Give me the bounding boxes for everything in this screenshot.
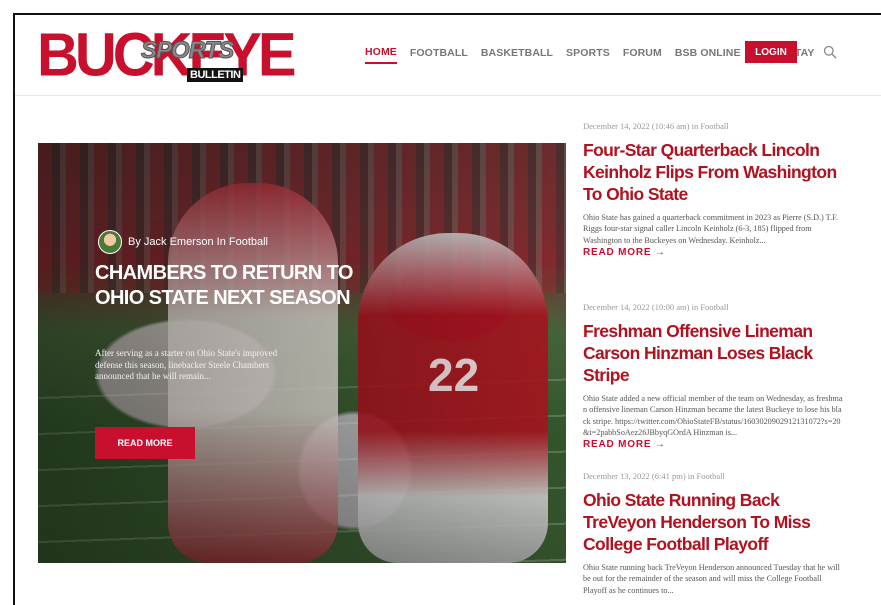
article-item: December 14, 2022 (10:46 am) in Football… — [583, 121, 843, 258]
article-title[interactable]: Ohio State Running Back TreVeyon Henders… — [583, 489, 843, 555]
logo-sports-text: SPORTS — [140, 37, 234, 65]
logo-bulletin-text: BULLETIN — [187, 68, 244, 82]
hero-excerpt: After serving as a starter on Ohio State… — [95, 348, 278, 381]
author-avatar — [98, 230, 122, 254]
article-meta: December 14, 2022 (10:00 am) in Football — [583, 302, 729, 312]
article-title[interactable]: Four-Star Quarterback Lincoln Keinholz F… — [583, 139, 843, 205]
article-title[interactable]: Freshman Offensive Lineman Carson Hinzma… — [583, 320, 843, 386]
hero-title[interactable]: CHAMBERS TO RETURN TO OHIO STATE NEXT SE… — [95, 261, 395, 311]
window-left-border — [0, 13, 15, 605]
window-top-border — [0, 0, 881, 15]
hero-byline-text[interactable]: By Jack Emerson In Football — [128, 236, 268, 248]
article-meta: December 13, 2022 (6:41 pm) in Football — [583, 471, 725, 481]
article-item: December 13, 2022 (6:41 pm) in Football … — [583, 471, 843, 596]
search-icon[interactable] — [823, 45, 837, 59]
nav-sports[interactable]: SPORTS — [566, 47, 610, 63]
article-read-more-link[interactable]: READ MORE → — [583, 247, 843, 258]
nav-basketball[interactable]: BASKETBALL — [481, 47, 553, 63]
login-button[interactable]: LOGIN — [745, 41, 797, 63]
nav-football[interactable]: FOOTBALL — [410, 47, 468, 63]
article-excerpt: Ohio State running back TreVeyon Henders… — [583, 563, 840, 595]
article-meta: December 14, 2022 (10:46 am) in Football — [583, 121, 729, 131]
article-read-more-link[interactable]: READ MORE → — [583, 439, 843, 450]
nav-home[interactable]: HOME — [365, 46, 397, 64]
article-excerpt: Ohio State added a new official member o… — [583, 394, 843, 437]
nav-forum[interactable]: FORUM — [623, 47, 662, 63]
hero-feature[interactable]: 22 By Jack Emerson In Football CHAMBERS … — [38, 143, 566, 563]
hero-byline: By Jack Emerson In Football — [98, 230, 268, 254]
article-item: December 14, 2022 (10:00 am) in Football… — [583, 302, 843, 450]
site-header: BUCKEYE SPORTS BULLETIN HOME FOOTBALL BA… — [15, 15, 881, 96]
nav-bsb-online[interactable]: BSB ONLINE — [675, 47, 741, 63]
site-logo[interactable]: BUCKEYE SPORTS BULLETIN — [37, 22, 297, 89]
hero-read-more-button[interactable]: READ MORE — [95, 427, 195, 459]
article-excerpt: Ohio State has gained a quarterback comm… — [583, 213, 839, 245]
